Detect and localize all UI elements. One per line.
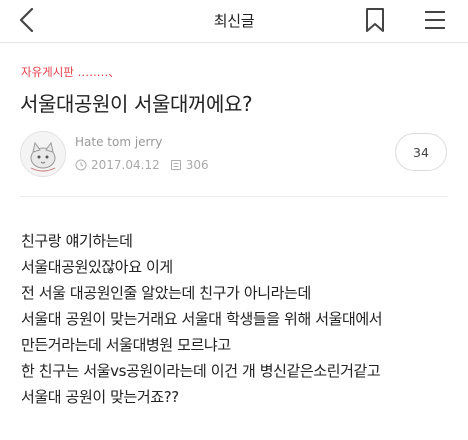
comment-count-button[interactable]: 34 [395, 133, 447, 171]
body-line: 한 친구는 서울vs공원이라는데 이건 개 병신같은소린거같고 [21, 362, 381, 380]
view-count: 306 [185, 158, 209, 172]
hamburger-menu-icon[interactable] [423, 8, 447, 32]
author-avatar[interactable] [20, 131, 66, 177]
post-meta: 2017.04.12 306 [75, 157, 209, 173]
author-name[interactable]: Hate tom jerry [75, 135, 162, 149]
body-line: 전 서울 대공원인줄 알았는데 친구가 아니라는데 [21, 284, 311, 302]
post-view-screen: 최신글 자유게시판 ‥‥‥‥、 서울대공원이 서울대꺼에요? Hate tom … [0, 0, 468, 440]
bookmark-icon[interactable] [364, 6, 386, 34]
board-category-link[interactable]: 자유게시판 ‥‥‥‥、 [21, 64, 120, 80]
top-navigation-bar: 최신글 [0, 0, 468, 43]
post-date: 2017.04.12 [91, 158, 160, 172]
divider [20, 196, 448, 197]
body-line: 만든거라는데 서울대병원 모르냐고 [21, 336, 231, 354]
body-line: 서울대공원있잖아요 이게 [21, 258, 173, 276]
post-title: 서울대공원이 서울대꺼에요? [20, 92, 253, 116]
body-line: 서울대 공원이 맞는거래요 서울대 학생들을 위해 서울대에서 [21, 310, 383, 328]
cartoon-cat-avatar-icon [21, 132, 65, 176]
body-line: 서울대 공원이 맞는거죠?? [21, 388, 179, 406]
view-count-icon [170, 160, 181, 170]
body-line: 친구랑 얘기하는데 [21, 232, 133, 250]
page-title: 최신글 [213, 12, 255, 30]
post-body: 친구랑 얘기하는데 서울대공원있잖아요 이게 전 서울 대공원인줄 알았는데 친… [21, 228, 461, 410]
clock-icon [75, 159, 87, 171]
